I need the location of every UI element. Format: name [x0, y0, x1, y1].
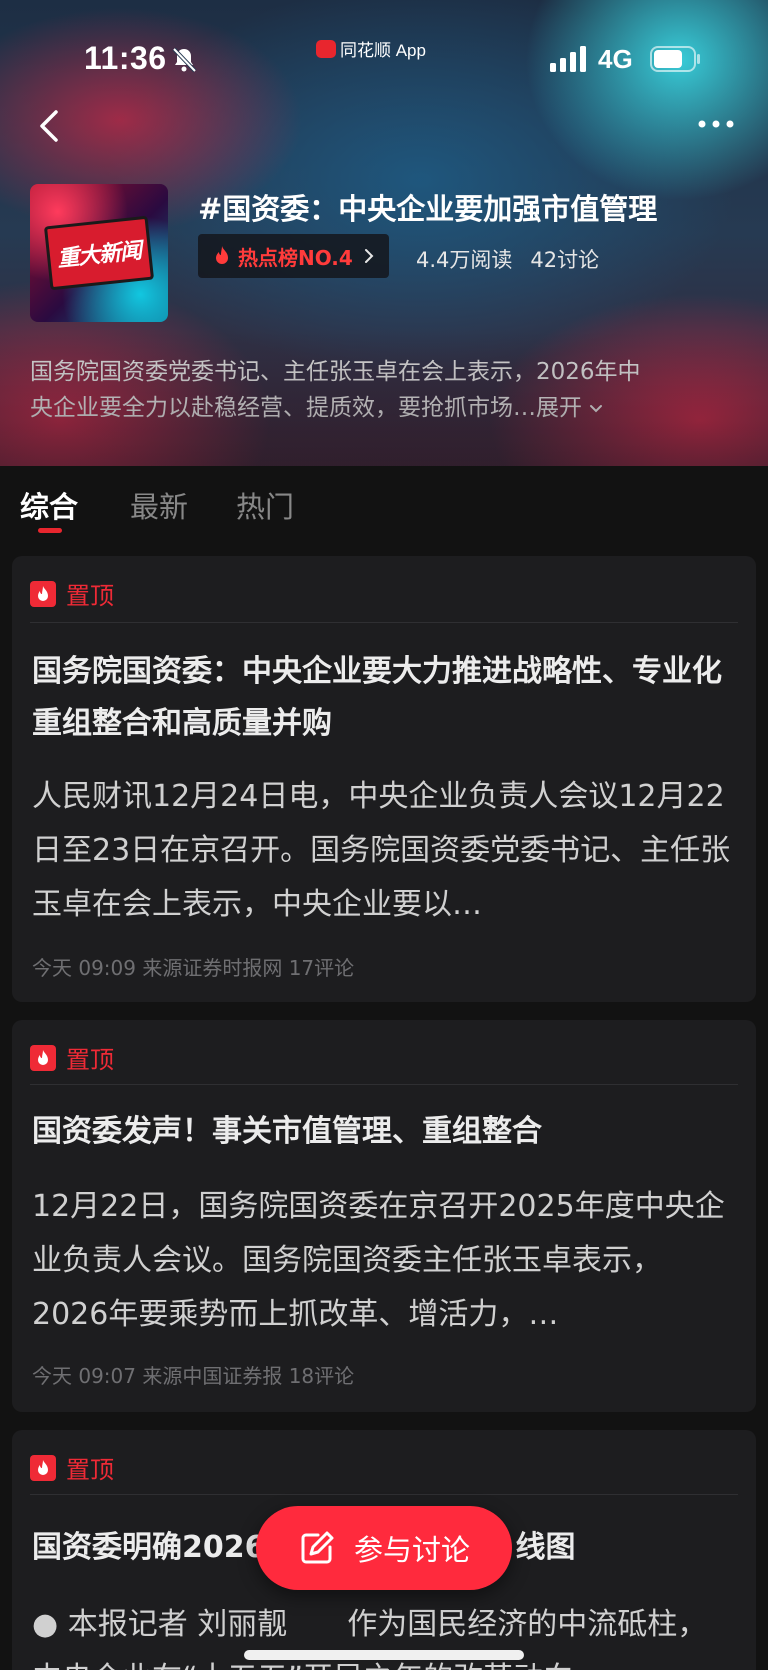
pinned-label: 置顶 [66, 1456, 114, 1484]
active-tab-indicator [38, 528, 62, 533]
article-meta: 今天 09:07 来源中国证券报 18评论 [32, 1364, 355, 1388]
topic-title: #国资委：中央企业要加强市值管理 [198, 192, 658, 226]
pinned-row: 置顶 [30, 1040, 114, 1075]
join-discussion-button[interactable]: 参与讨论 [256, 1506, 512, 1590]
article-title-start: 国资委明确2026 [32, 1530, 266, 1565]
tab-bar: 综合 最新 热门 [0, 466, 768, 546]
signal-icon [550, 46, 586, 72]
pinned-flame-icon [30, 1454, 56, 1481]
app-source-badge[interactable]: 同花顺 App [316, 36, 426, 61]
pinned-row: 置顶 [30, 576, 114, 611]
intro-line-2-text: 央企业要全力以赴稳经营、提质效，要抢抓市场… [30, 395, 536, 421]
article-card[interactable]: 置顶 国资委发声！事关市值管理、重组整合 12月22日，国务院国资委在京召开20… [12, 1020, 756, 1412]
more-options-icon[interactable] [694, 112, 738, 136]
article-summary: 人民财讯12月24日电，中央企业负责人会议12月22日至23日在京召开。国务院国… [32, 779, 731, 922]
hot-rank-badge[interactable]: 热点榜NO.4 [198, 234, 389, 278]
divider [30, 622, 738, 623]
topic-cover-image: 重大新闻 [30, 184, 168, 322]
intro-line-2: 央企业要全力以赴稳经营、提质效，要抢抓市场…展开 [30, 390, 742, 426]
chevron-down-icon [590, 404, 603, 412]
article-card[interactable]: 置顶 国务院国资委：中央企业要大力推进战略性、专业化重组整合和高质量并购 人民财… [12, 556, 756, 1002]
home-indicator[interactable] [244, 1650, 524, 1660]
flame-icon [216, 246, 228, 264]
article-title-end: 线图 [515, 1530, 576, 1565]
article-summary: 12月22日，国务院国资委在京召开2025年度中央企业负责人会议。国务院国资委主… [32, 1189, 725, 1332]
tab-hot[interactable]: 热门 [236, 484, 294, 526]
tab-latest[interactable]: 最新 [130, 484, 188, 526]
back-arrow-icon[interactable] [34, 106, 64, 146]
battery-icon [650, 46, 700, 72]
chevron-right-icon [364, 249, 374, 263]
expand-label: 展开 [536, 395, 582, 421]
intro-line-1: 国务院国资委党委书记、主任张玉卓在会上表示，2026年中 [30, 359, 641, 385]
hot-rank-label: 热点榜NO.4 [238, 245, 353, 270]
app-logo-icon [316, 39, 336, 58]
article-meta: 今天 09:09 来源证券时报网 17评论 [32, 956, 355, 980]
bell-muted-icon [172, 47, 197, 73]
topic-stats: 4.4万阅读 42讨论 [416, 244, 599, 274]
topic-header: 11:36 同花顺 App 4G 重大新闻 #国资委：中央企业要加强市值管理 热… [0, 0, 768, 466]
edit-pen-icon [301, 1531, 334, 1564]
cover-screen: 重大新闻 [43, 215, 155, 291]
pinned-flame-icon [30, 580, 56, 607]
read-count: 4.4万阅读 [416, 248, 513, 272]
divider [30, 1494, 738, 1495]
app-name: 同花顺 App [340, 41, 426, 60]
expand-button[interactable]: 展开 [536, 395, 603, 421]
network-type: 4G [598, 44, 633, 74]
pinned-row: 置顶 [30, 1450, 114, 1485]
article-title[interactable]: 国资委发声！事关市值管理、重组整合 [32, 1106, 732, 1158]
clock: 11:36 [84, 40, 167, 76]
cover-text: 重大新闻 [56, 238, 143, 273]
article-title[interactable]: 国务院国资委：中央企业要大力推进战略性、专业化重组整合和高质量并购 [32, 646, 732, 750]
join-discussion-label: 参与讨论 [353, 1533, 470, 1567]
tab-comprehensive[interactable]: 综合 [20, 484, 78, 526]
topic-intro[interactable]: 国务院国资委党委书记、主任张玉卓在会上表示，2026年中 央企业要全力以赴稳经营… [30, 354, 742, 426]
discussion-count: 42讨论 [530, 248, 600, 272]
pinned-flame-icon [30, 1044, 56, 1071]
divider [30, 1084, 738, 1085]
status-bar: 11:36 同花顺 App 4G [0, 0, 768, 110]
pinned-label: 置顶 [66, 1046, 114, 1074]
pinned-label: 置顶 [66, 582, 114, 610]
